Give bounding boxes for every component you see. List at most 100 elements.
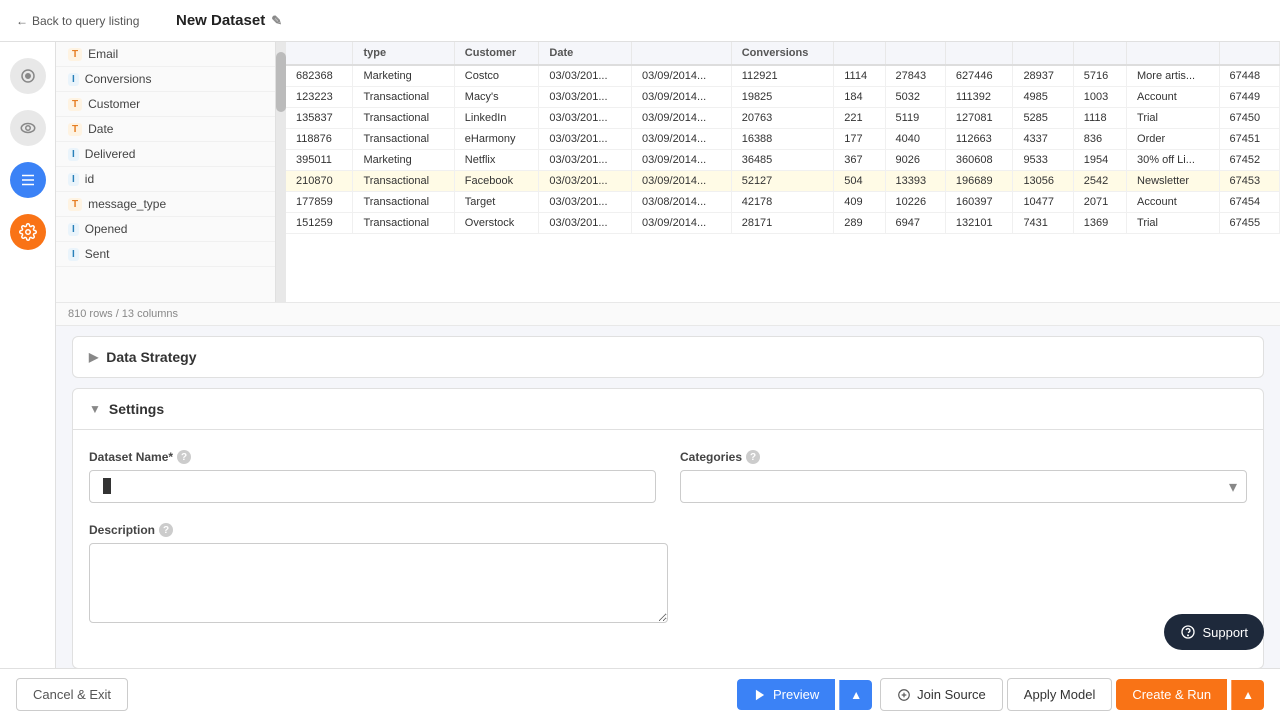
data-table: type Customer Date Conversions [286,42,1280,234]
table-row: 118876 Transactional eHarmony 03/03/201.… [286,129,1280,150]
top-bar: ← Back to query listing New Dataset ✎ [0,0,1280,42]
form-group-categories: Categories ? [680,450,1247,503]
edit-title-icon[interactable]: ✎ [271,13,282,29]
field-type-badge: I [68,248,79,261]
settings-header[interactable]: ▼ Settings [73,389,1263,430]
form-group-description: Description ? [89,523,668,628]
col-header-col11 [1127,42,1220,65]
main-layout: T Email I Conversions T Customer T Date [0,42,1280,720]
settings-section: ▼ Settings Dataset Name* ? [72,388,1264,669]
field-item-sent[interactable]: I Sent [56,242,275,267]
col-header-date1: Date [539,42,632,65]
support-button[interactable]: Support [1164,614,1264,650]
field-type-badge: T [68,98,82,111]
sidebar-icon-eye[interactable] [10,110,46,146]
field-item-opened[interactable]: I Opened [56,217,275,242]
field-type-badge: I [68,173,79,186]
field-type-badge: I [68,73,79,86]
sidebar-icon-gear[interactable] [10,214,46,250]
data-strategy-header[interactable]: ▶ Data Strategy [73,337,1263,377]
preview-body: T Email I Conversions T Customer T Date [56,42,1280,302]
description-textarea[interactable] [89,543,668,623]
table-row: 177859 Transactional Target 03/03/201...… [286,192,1280,213]
play-icon [753,688,767,702]
table-row: 135837 Transactional LinkedIn 03/03/201.… [286,108,1280,129]
col-header-col6 [834,42,885,65]
row-count: 810 rows / 13 columns [56,302,1280,325]
col-header-col9 [1013,42,1073,65]
description-label: Description ? [89,523,668,537]
categories-label: Categories ? [680,450,1247,464]
field-list: T Email I Conversions T Customer T Date [56,42,276,302]
data-preview-section: T Email I Conversions T Customer T Date [56,42,1280,326]
field-item-message-type[interactable]: T message_type [56,192,275,217]
field-type-badge: I [68,223,79,236]
field-item-email[interactable]: T Email [56,42,275,67]
back-arrow-icon: ← [16,14,28,28]
bottom-bar: Cancel & Exit Preview ▲ Join Source Appl… [0,668,1280,720]
sidebar-icon-list[interactable] [10,162,46,198]
form-group-dataset-name: Dataset Name* ? [89,450,656,503]
field-item-date[interactable]: T Date [56,117,275,142]
col-header-conversions: Conversions [731,42,834,65]
data-table-wrapper[interactable]: type Customer Date Conversions [286,42,1280,302]
field-type-badge: T [68,123,82,136]
field-item-delivered[interactable]: I Delivered [56,142,275,167]
support-icon [1180,624,1196,640]
field-type-badge: I [68,148,79,161]
field-name: message_type [88,197,166,211]
create-run-arrow-button[interactable]: ▲ [1231,680,1264,710]
field-item-customer[interactable]: T Customer [56,92,275,117]
field-name: Customer [88,97,140,111]
scroll-indicator [276,42,286,302]
description-help-icon[interactable]: ? [159,523,173,537]
settings-body: Dataset Name* ? Categories ? [73,430,1263,668]
table-row: 210870 Transactional Facebook 03/03/201.… [286,171,1280,192]
preview-arrow-button[interactable]: ▲ [839,680,872,710]
table-row: 682368 Marketing Costco 03/03/201... 03/… [286,65,1280,87]
chevron-right-icon: ▶ [89,350,98,364]
col-header-customer: Customer [454,42,539,65]
plus-circle-icon [897,688,911,702]
field-type-badge: T [68,198,82,211]
field-name: Date [88,122,113,136]
bottom-left-actions: Cancel & Exit [16,678,128,711]
col-header-type: type [353,42,454,65]
form-row-1: Dataset Name* ? Categories ? [89,450,1247,503]
field-name: id [85,172,94,186]
field-item-conversions[interactable]: I Conversions [56,67,275,92]
categories-select-wrapper [680,470,1247,503]
back-link[interactable]: ← Back to query listing [16,14,139,28]
cancel-exit-button[interactable]: Cancel & Exit [16,678,128,711]
field-item-id[interactable]: I id [56,167,275,192]
col-header-col12 [1219,42,1279,65]
table-row: 151259 Transactional Overstock 03/03/201… [286,213,1280,234]
bottom-right-actions: Preview ▲ Join Source Apply Model Create… [737,678,1264,711]
join-source-button[interactable]: Join Source [880,678,1003,711]
field-name: Sent [85,247,110,261]
col-header-col10 [1073,42,1126,65]
create-run-button[interactable]: Create & Run [1116,679,1227,710]
field-name: Conversions [85,72,152,86]
data-strategy-section: ▶ Data Strategy [72,336,1264,378]
dataset-name-help-icon[interactable]: ? [177,450,191,464]
categories-select[interactable] [680,470,1247,503]
apply-model-button[interactable]: Apply Model [1007,678,1113,711]
field-type-badge: T [68,48,82,61]
chevron-down-icon: ▼ [89,402,101,416]
col-header-col8 [945,42,1013,65]
col-header-id [286,42,353,65]
form-row-2: Description ? [89,523,1247,628]
field-name: Opened [85,222,128,236]
table-row: 123223 Transactional Macy's 03/03/201...… [286,87,1280,108]
sidebar-icons [0,42,56,720]
col-header-date2 [631,42,731,65]
dataset-name-input[interactable] [89,470,656,503]
sidebar-icon-circle[interactable] [10,58,46,94]
table-row: 395011 Marketing Netflix 03/03/201... 03… [286,150,1280,171]
page-title: New Dataset ✎ [176,12,282,29]
preview-button[interactable]: Preview [737,679,835,710]
field-name: Delivered [85,147,136,161]
categories-help-icon[interactable]: ? [746,450,760,464]
field-name: Email [88,47,118,61]
